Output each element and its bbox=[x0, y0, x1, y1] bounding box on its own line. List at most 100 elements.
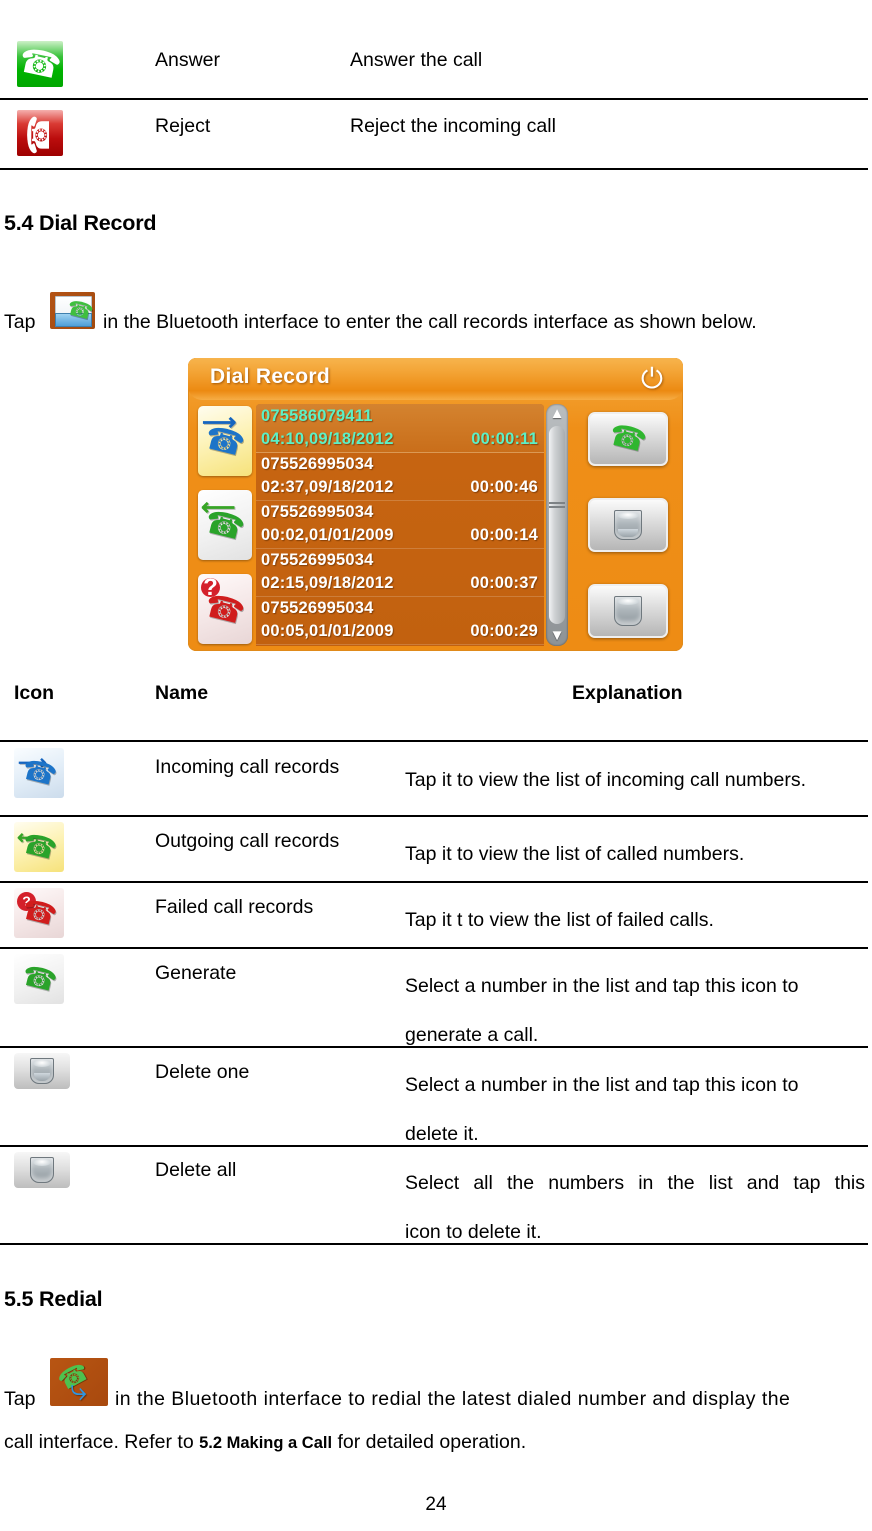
trash-glass-icon bbox=[30, 1157, 54, 1183]
table-divider bbox=[0, 1145, 868, 1147]
list-item[interactable]: 075526995034 00:05,01/01/2009 00:00:29 bbox=[256, 596, 544, 645]
outgoing-call-filter-icon[interactable]: ⟵ ☎ bbox=[198, 490, 252, 560]
table-divider bbox=[0, 98, 868, 100]
legend-row-name: Delete one bbox=[155, 1061, 250, 1083]
redial-line2-part1: call interface. Refer to bbox=[4, 1431, 194, 1453]
record-number: 075526995034 bbox=[261, 599, 374, 617]
outgoing-call-records-icon: ⟵ ☎ bbox=[14, 822, 64, 872]
redial-intro-line1: in the Bluetooth interface to redial the… bbox=[115, 1388, 791, 1410]
section-heading-dial-record: 5.4 Dial Record bbox=[4, 211, 157, 235]
table-divider bbox=[0, 881, 868, 883]
dial-record-icon: ☎ bbox=[50, 292, 95, 329]
handset-glyph: ☎ bbox=[18, 959, 60, 998]
list-item[interactable]: 075526995034 02:37,09/18/2012 00:00:46 bbox=[256, 452, 544, 501]
list-item[interactable]: 075526995034 02:15,09/18/2012 00:00:37 bbox=[256, 548, 544, 597]
call-record-list[interactable]: 075586079411 04:10,09/18/2012 00:00:11 0… bbox=[256, 404, 544, 646]
reject-call-icon: ☎ bbox=[17, 110, 63, 156]
handset-glyph: ☎ bbox=[201, 502, 249, 548]
generate-call-icon[interactable]: ☎ bbox=[588, 412, 668, 466]
record-timestamp: 00:05,01/01/2009 bbox=[261, 622, 394, 640]
call-type-filter-bar: ⟶ ☎ ⟵ ☎ ? ☎ bbox=[198, 406, 254, 644]
legend-header-name: Name bbox=[155, 682, 209, 704]
legend-row-explanation-line1: Select all the numbers in the list and t… bbox=[405, 1172, 865, 1194]
handset-down-glyph: ☎ bbox=[23, 114, 56, 156]
trash-glass-icon bbox=[614, 510, 642, 540]
power-icon[interactable]: ⏻ bbox=[637, 364, 667, 394]
handset-glyph: ☎ bbox=[201, 418, 249, 464]
handset-glyph: ☎ bbox=[605, 417, 651, 460]
delete-all-icon[interactable] bbox=[588, 584, 668, 638]
legend-row-explanation: Tap it to view the list of called number… bbox=[405, 843, 745, 865]
delete-one-icon bbox=[14, 1053, 70, 1089]
record-timestamp: 04:10,09/18/2012 bbox=[261, 430, 394, 448]
table-divider bbox=[0, 1046, 868, 1048]
handset-glyph: ☎ bbox=[18, 893, 60, 932]
legend-row-name: Incoming call records bbox=[155, 756, 340, 778]
handset-glyph: ☎ bbox=[17, 41, 63, 87]
page-number: 24 bbox=[425, 1494, 447, 1515]
table-divider bbox=[0, 740, 868, 742]
table-divider bbox=[0, 947, 868, 949]
delete-all-icon bbox=[14, 1152, 70, 1188]
legend-row-explanation-line1: Select a number in the list and tap this… bbox=[405, 975, 799, 997]
record-duration: 00:00:11 bbox=[471, 430, 538, 448]
legend-row-explanation-line1: Select a number in the list and tap this… bbox=[405, 1074, 799, 1096]
generate-call-icon: ☎ bbox=[14, 954, 64, 1004]
table-divider bbox=[0, 168, 868, 170]
redial-icon: ☎ ⤷ bbox=[50, 1358, 108, 1406]
record-number: 075526995034 bbox=[261, 503, 374, 521]
scroll-down-icon[interactable]: ▼ bbox=[546, 626, 568, 646]
section-heading-redial: 5.5 Redial bbox=[4, 1287, 103, 1311]
legend-header-explanation: Explanation bbox=[572, 682, 683, 704]
record-timestamp: 02:37,09/18/2012 bbox=[261, 478, 394, 496]
record-number: 075526995034 bbox=[261, 455, 374, 473]
dial-record-screenshot: Dial Record ⏻ ⟶ ☎ ⟵ ☎ ? ☎ 075586079411 0… bbox=[188, 358, 683, 651]
legend-row-name: Generate bbox=[155, 962, 237, 984]
device-title: Dial Record bbox=[210, 365, 330, 388]
answer-row-name: Answer bbox=[155, 49, 221, 71]
record-duration: 00:00:14 bbox=[470, 526, 538, 544]
table-divider bbox=[0, 1243, 868, 1245]
record-number: 075526995034 bbox=[261, 551, 374, 569]
dial-record-intro-prefix: Tap bbox=[4, 311, 36, 333]
legend-row-explanation-line2: icon to delete it. bbox=[405, 1221, 542, 1243]
legend-row-explanation: Tap it to view the list of incoming call… bbox=[405, 769, 807, 791]
handset-glyph: ☎ bbox=[201, 586, 249, 632]
legend-row-explanation-line2: delete it. bbox=[405, 1123, 479, 1145]
list-item[interactable]: 075586079411 04:10,09/18/2012 00:00:11 bbox=[256, 404, 544, 453]
redial-line2-part2: for detailed operation. bbox=[337, 1431, 527, 1453]
incoming-call-filter-icon[interactable]: ⟶ ☎ bbox=[198, 406, 252, 476]
record-duration: 00:00:46 bbox=[470, 478, 538, 496]
legend-row-name: Failed call records bbox=[155, 896, 314, 918]
legend-row-name: Delete all bbox=[155, 1159, 237, 1181]
redial-icon-arrow: ⤷ bbox=[70, 1374, 87, 1406]
manual-page: ☎ Answer Answer the call ☎ Reject Reject… bbox=[0, 0, 872, 1531]
handset-glyph: ☎ bbox=[18, 753, 60, 792]
answer-row-description: Answer the call bbox=[350, 49, 483, 71]
record-timestamp: 02:15,09/18/2012 bbox=[261, 574, 394, 592]
trash-glass-icon bbox=[614, 596, 642, 626]
record-duration: 00:00:37 bbox=[470, 574, 538, 592]
legend-row-explanation-line2: generate a call. bbox=[405, 1024, 539, 1046]
incoming-call-records-icon: ⟶ ☎ bbox=[14, 748, 64, 798]
redial-intro-prefix: Tap bbox=[4, 1388, 36, 1410]
table-divider bbox=[0, 815, 868, 817]
answer-call-icon: ☎ bbox=[17, 41, 63, 87]
redial-intro-line2: call interface. Refer to 5.2 Making a Ca… bbox=[4, 1421, 526, 1465]
record-action-bar: ☎ bbox=[580, 404, 672, 646]
failed-call-records-icon: ? ☎ bbox=[14, 888, 64, 938]
dial-record-intro: Tap bbox=[4, 301, 35, 344]
reject-row-description: Reject the incoming call bbox=[350, 115, 556, 137]
delete-one-icon[interactable] bbox=[588, 498, 668, 552]
list-item[interactable]: 075526995034 00:02,01/01/2009 00:00:14 bbox=[256, 500, 544, 549]
trash-glass-icon bbox=[30, 1058, 54, 1084]
legend-header-icon: Icon bbox=[14, 682, 55, 704]
list-scrollbar[interactable]: ▲ ▼ bbox=[546, 404, 568, 646]
redial-section-reference: 5.2 Making a Call bbox=[199, 1434, 333, 1452]
failed-call-filter-icon[interactable]: ? ☎ bbox=[198, 574, 252, 644]
reject-row-name: Reject bbox=[155, 115, 211, 137]
record-duration: 00:00:29 bbox=[470, 622, 538, 640]
scrollbar-thumb[interactable] bbox=[549, 426, 565, 624]
record-number: 075586079411 bbox=[261, 407, 373, 425]
scroll-up-icon[interactable]: ▲ bbox=[546, 404, 568, 424]
